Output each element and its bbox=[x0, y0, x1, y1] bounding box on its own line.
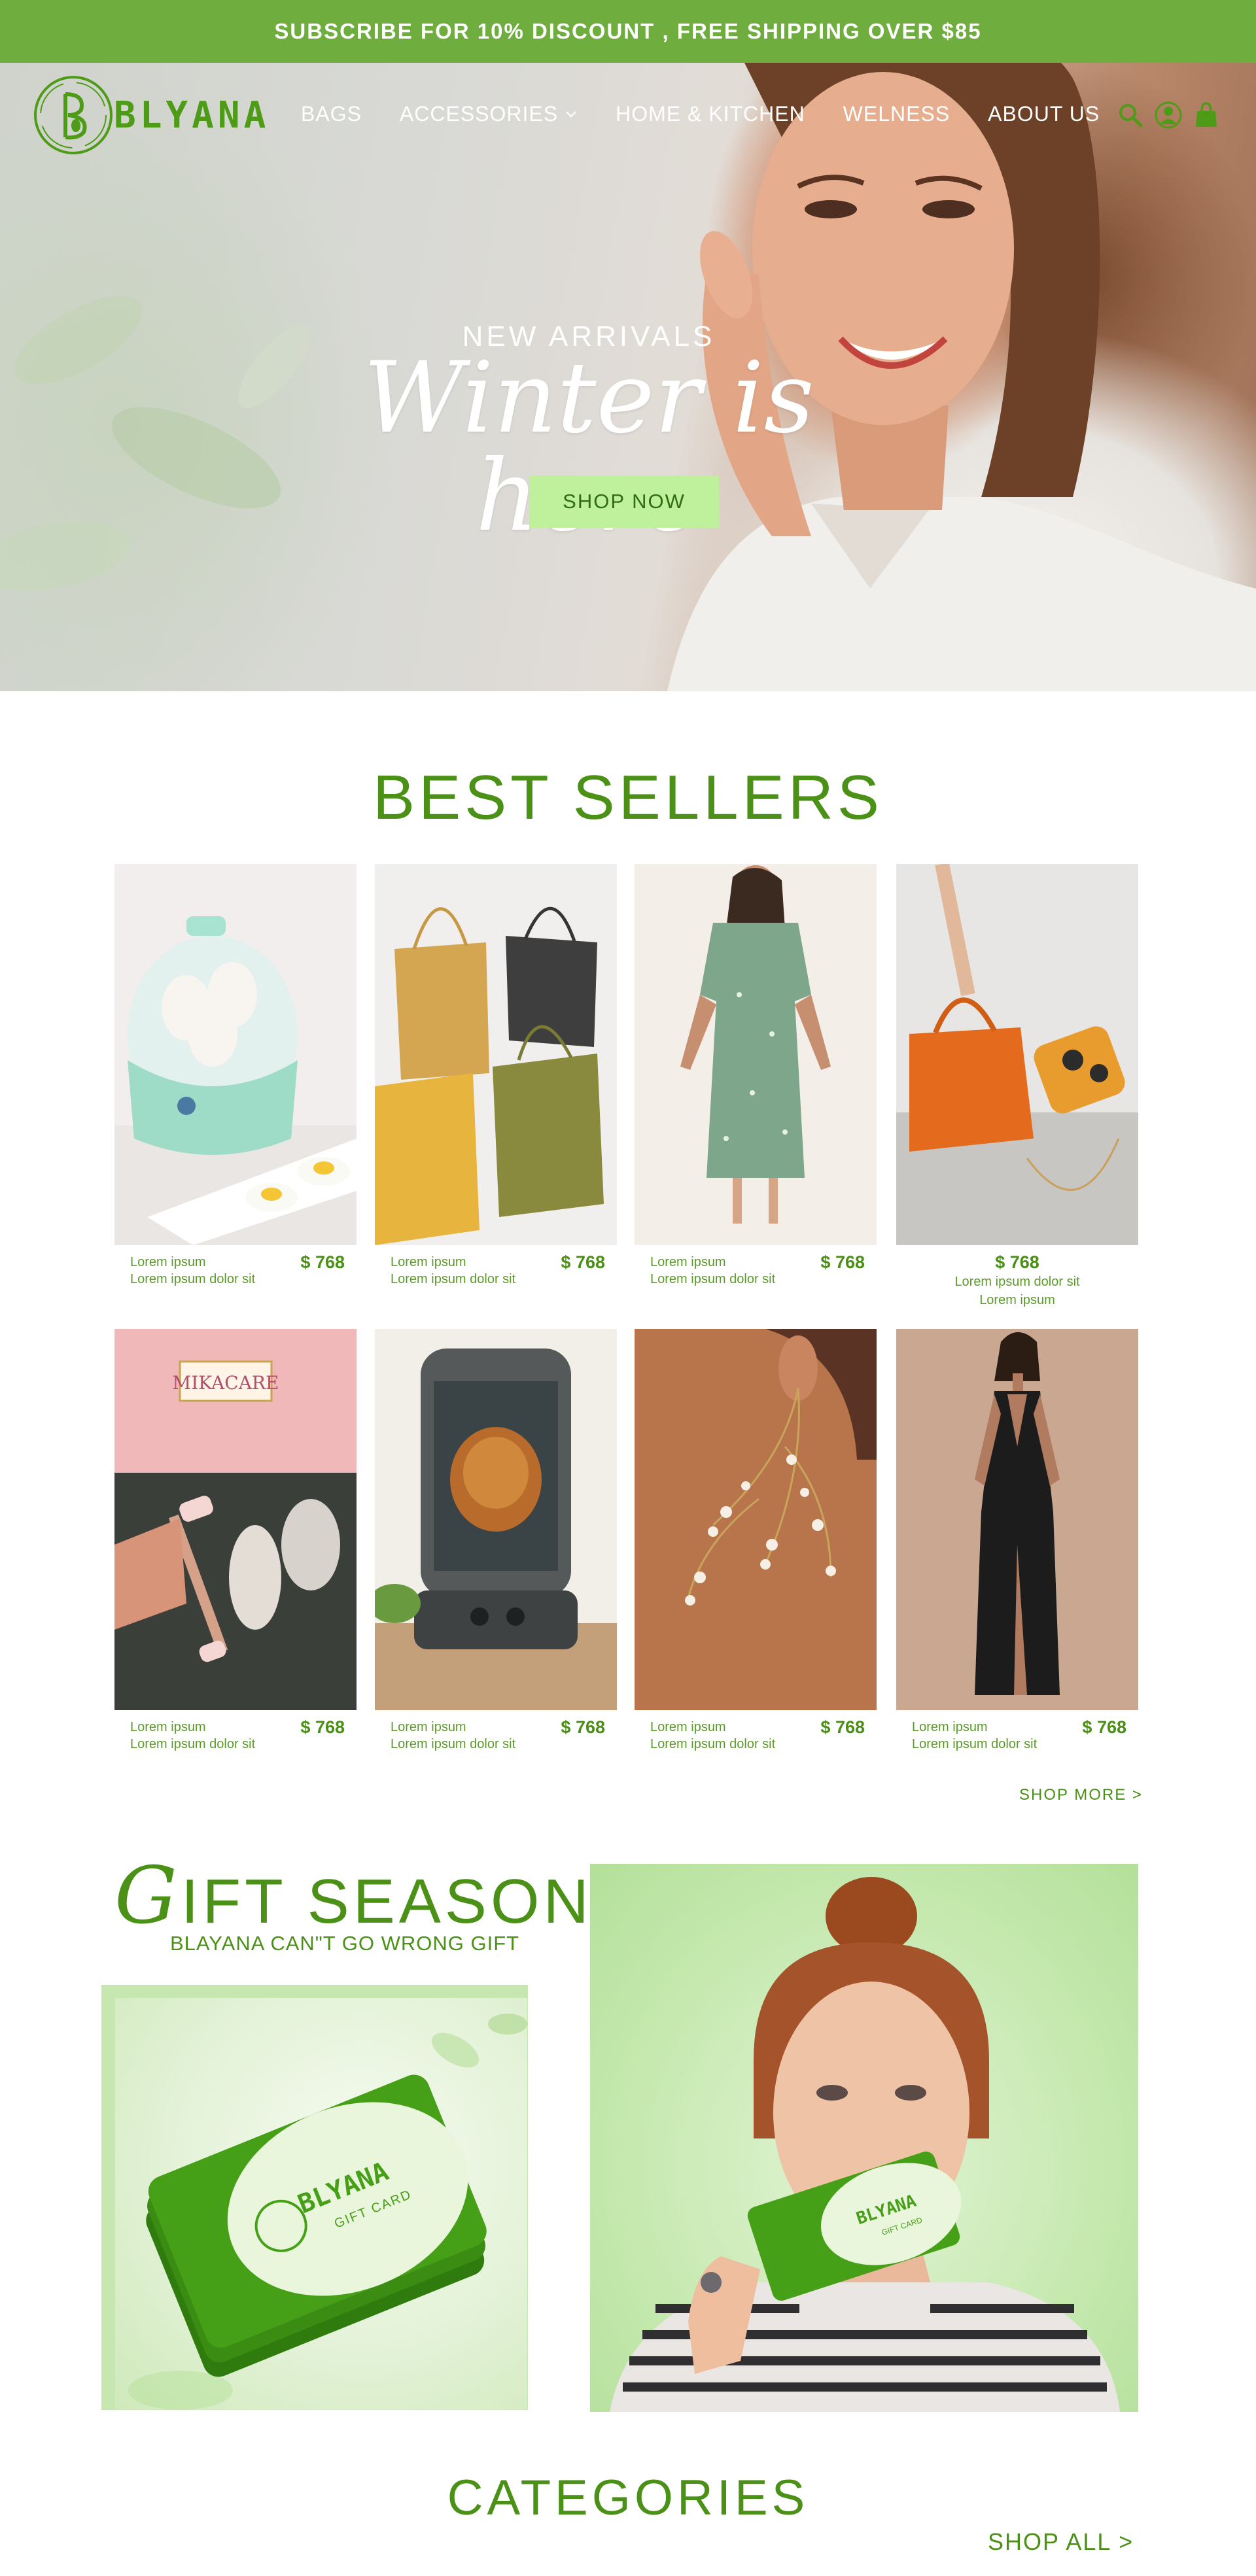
product-desc: Lorem ipsum dolor sit bbox=[130, 1737, 256, 1751]
product-image-jade-roller: MIKACARE bbox=[114, 1329, 357, 1710]
product-image-pearl-earrings bbox=[635, 1329, 877, 1710]
product-name: Lorem ipsum bbox=[130, 1255, 206, 1269]
product-card[interactable]: Lorem ipsum Lorem ipsum dolor sit $ 768 bbox=[896, 1329, 1138, 1766]
product-price: $ 768 bbox=[995, 1252, 1039, 1272]
gift-card-image[interactable]: BLYANA GIFT CARD bbox=[115, 1998, 527, 2410]
product-name: Lorem ipsum bbox=[650, 1720, 726, 1734]
nav-item-about-us[interactable]: ABOUT US bbox=[988, 102, 1100, 126]
product-desc: Lorem ipsum dolor sit bbox=[912, 1737, 1038, 1751]
product-image-rotisserie bbox=[368, 1329, 617, 1710]
promo-bar: SUBSCRIBE FOR 10% DISCOUNT , FREE SHIPPI… bbox=[0, 0, 1256, 63]
user-icon[interactable] bbox=[1154, 101, 1183, 129]
product-price: $ 768 bbox=[300, 1252, 345, 1272]
brand-name: BLYANA bbox=[114, 94, 270, 137]
product-desc: Lorem ipsum dolor sit bbox=[391, 1737, 516, 1751]
main-nav: BAGS ACCESSORIES HOME & KITCHEN WELNESS … bbox=[301, 102, 1138, 126]
product-name: Lorem ipsum bbox=[912, 1720, 988, 1734]
promo-text: SUBSCRIBE FOR 10% DISCOUNT , FREE SHIPPI… bbox=[274, 19, 982, 43]
gift-title-initial: G bbox=[114, 1851, 181, 1942]
nav-item-welness[interactable]: WELNESS bbox=[843, 102, 950, 126]
logo-mark-icon bbox=[34, 76, 113, 154]
product-price: $ 768 bbox=[300, 1717, 345, 1737]
search-icon[interactable] bbox=[1116, 101, 1145, 129]
nav-item-label: ACCESSORIES bbox=[399, 102, 559, 126]
gift-model-image[interactable]: BLYANA GIFT CARD bbox=[590, 1864, 1138, 2412]
product-card[interactable]: $ 768 Lorem ipsum dolor sit Lorem ipsum bbox=[896, 862, 1138, 1307]
product-desc: Lorem ipsum dolor sit bbox=[954, 1275, 1080, 1289]
product-name: Lorem ipsum bbox=[391, 1255, 466, 1269]
product-desc: Lorem ipsum dolor sit bbox=[130, 1272, 256, 1286]
product-name: Lorem ipsum bbox=[979, 1293, 1055, 1307]
product-price: $ 768 bbox=[561, 1717, 605, 1737]
bag-icon[interactable] bbox=[1192, 101, 1221, 129]
chevron-down-icon bbox=[566, 111, 576, 118]
product-desc: Lorem ipsum dolor sit bbox=[650, 1737, 776, 1751]
gift-model-illustration: BLYANA GIFT CARD bbox=[610, 1877, 1120, 2412]
product-price: $ 768 bbox=[561, 1252, 605, 1272]
product-price: $ 768 bbox=[1082, 1717, 1126, 1737]
product-image-egg-cooker bbox=[114, 864, 357, 1245]
brand-logo[interactable]: BLYANA bbox=[30, 72, 270, 158]
product-image-orange-handbag bbox=[896, 862, 1138, 1245]
best-sellers-title: BEST SELLERS bbox=[373, 763, 883, 833]
shop-more-link[interactable]: SHOP MORE > bbox=[1019, 1786, 1143, 1804]
product-image-black-dress bbox=[896, 1329, 1138, 1710]
page: SUBSCRIBE FOR 10% DISCOUNT , FREE SHIPPI… bbox=[0, 0, 1256, 2576]
header-icons bbox=[1116, 101, 1221, 129]
product-card[interactable]: Lorem ipsum Lorem ipsum dolor sit $ 768 bbox=[375, 864, 617, 1301]
product-name: Lorem ipsum bbox=[391, 1720, 466, 1734]
nav-item-bags[interactable]: BAGS bbox=[301, 102, 362, 126]
product-price: $ 768 bbox=[820, 1252, 865, 1272]
gift-season-subtitle: BLAYANA CAN"T GO WRONG GIFT bbox=[170, 1932, 520, 1955]
product-desc: Lorem ipsum dolor sit bbox=[391, 1272, 516, 1286]
shop-all-link[interactable]: SHOP ALL > bbox=[988, 2528, 1134, 2556]
shop-now-button[interactable]: SHOP NOW bbox=[529, 475, 719, 528]
nav-item-home-kitchen[interactable]: HOME & KITCHEN bbox=[616, 102, 805, 126]
product-card[interactable]: Lorem ipsum Lorem ipsum dolor sit $ 768 bbox=[114, 864, 357, 1301]
product-name: Lorem ipsum bbox=[650, 1255, 726, 1269]
product-card[interactable]: Lorem ipsum Lorem ipsum dolor sit $ 768 bbox=[635, 1329, 877, 1766]
site-header: BLYANA BAGS ACCESSORIES HOME & KITCHEN W… bbox=[0, 63, 1256, 174]
product-image-green-floral-dress bbox=[635, 864, 877, 1245]
product-image-tote-bags bbox=[375, 864, 617, 1245]
nav-item-accessories[interactable]: ACCESSORIES bbox=[400, 102, 578, 126]
gift-season-title: GIFT SEASON bbox=[114, 1851, 593, 1942]
product-desc: Lorem ipsum dolor sit bbox=[650, 1272, 776, 1286]
gift-card-illustration: BLYANA GIFT CARD bbox=[128, 2014, 527, 2410]
product-card[interactable]: Lorem ipsum Lorem ipsum dolor sit $ 768 bbox=[368, 1329, 617, 1766]
product-card[interactable]: MIKACARE Lorem ipsum Lorem ipsum dolor s… bbox=[114, 1329, 357, 1766]
gift-title-rest: IFT SEASON bbox=[181, 1866, 593, 1936]
categories-title: CATEGORIES bbox=[447, 2470, 809, 2526]
product-name: Lorem ipsum bbox=[130, 1720, 206, 1734]
box-brand-text: MIKACARE bbox=[173, 1372, 279, 1394]
product-price: $ 768 bbox=[820, 1717, 865, 1737]
product-card[interactable]: Lorem ipsum Lorem ipsum dolor sit $ 768 bbox=[635, 864, 877, 1301]
